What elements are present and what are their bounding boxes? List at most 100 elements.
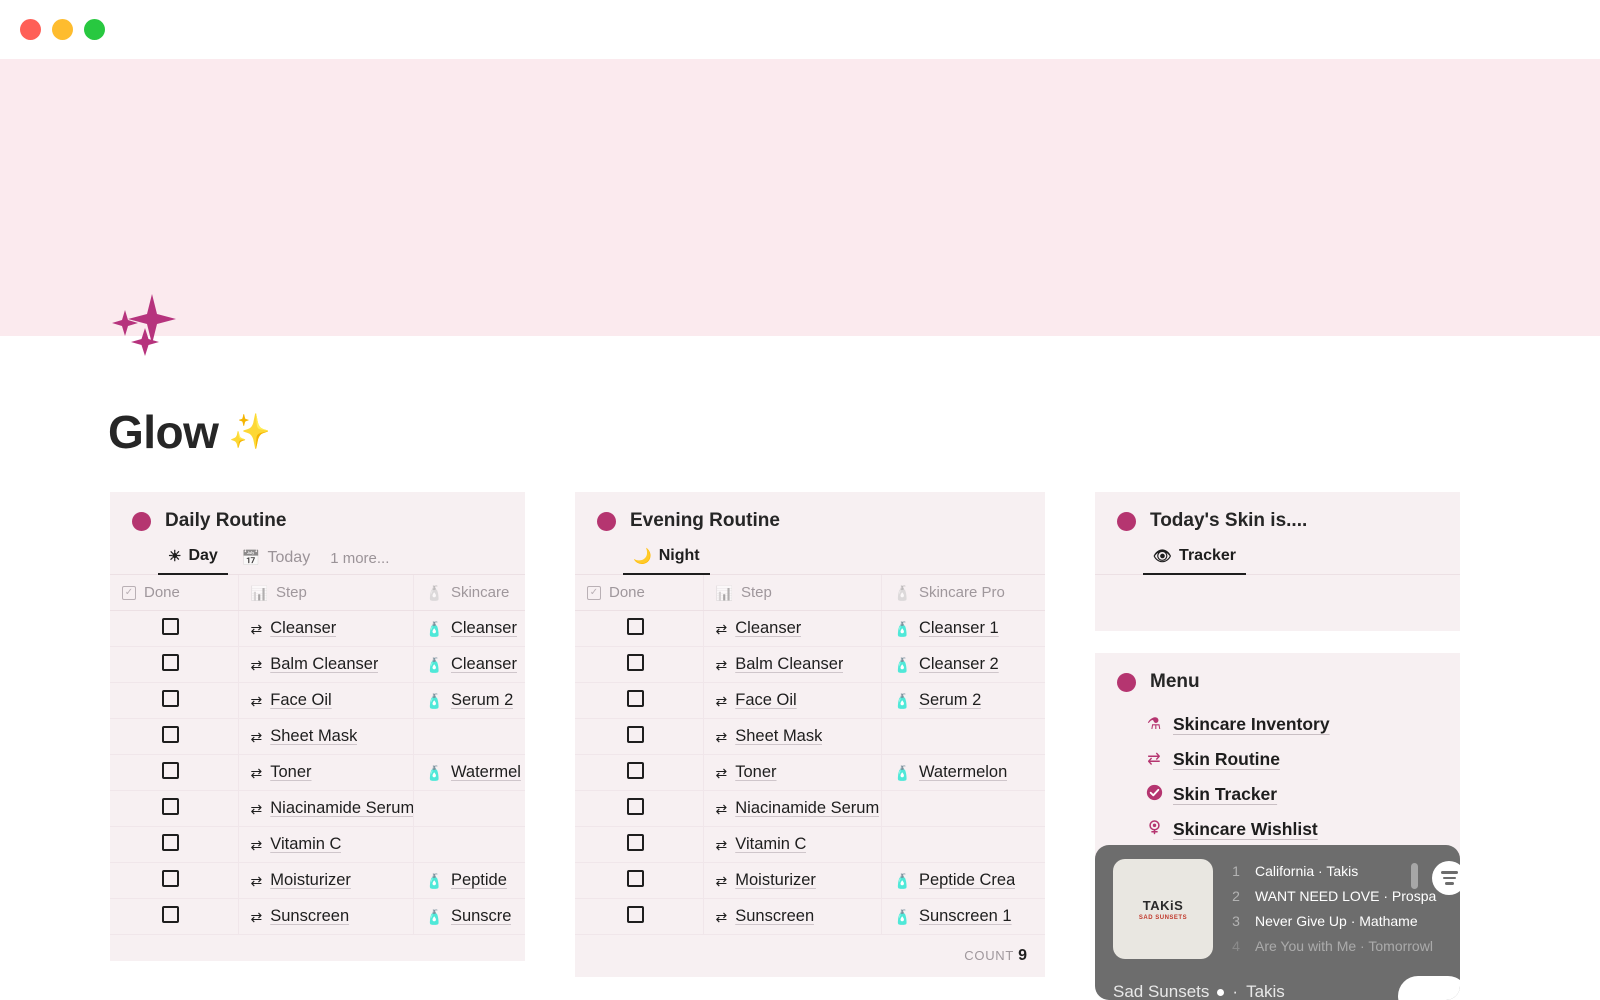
- column-header-done[interactable]: ✓ Done: [110, 575, 238, 611]
- maximize-button[interactable]: [84, 19, 105, 40]
- cell-done[interactable]: [575, 646, 703, 683]
- row-checkbox[interactable]: [627, 833, 644, 851]
- cell-step[interactable]: ⇄ Balm Cleanser: [237, 646, 413, 683]
- track-item[interactable]: 1 California · Takis: [1231, 863, 1460, 888]
- cell-product[interactable]: 🧴 Watermelon: [880, 754, 1045, 791]
- table-row[interactable]: ⇄ Sheet Mask: [110, 718, 525, 755]
- table-row[interactable]: ⇄ Face Oil 🧴 Serum 2: [575, 682, 1045, 719]
- row-checkbox[interactable]: [627, 617, 644, 635]
- cell-product[interactable]: 🧴 Sunscreen 1: [880, 898, 1045, 935]
- row-checkbox[interactable]: [162, 833, 179, 851]
- cell-step[interactable]: ⇄ Cleanser: [237, 610, 413, 647]
- cell-product[interactable]: 🧴 Cleanser: [412, 610, 525, 647]
- cell-product[interactable]: [880, 826, 1045, 863]
- row-checkbox[interactable]: [162, 725, 179, 743]
- table-row[interactable]: ⇄ Niacinamide Serum: [575, 790, 1045, 827]
- cell-done[interactable]: [575, 826, 703, 863]
- row-checkbox[interactable]: [162, 797, 179, 815]
- cell-done[interactable]: [575, 682, 703, 719]
- cell-done[interactable]: [110, 826, 238, 863]
- cell-step[interactable]: ⇄ Face Oil: [237, 682, 413, 719]
- table-row[interactable]: ⇄ Toner 🧴 Watermel: [110, 754, 525, 791]
- tab-more[interactable]: 1 more...: [324, 545, 399, 575]
- column-header-step[interactable]: 📊 Step: [702, 575, 881, 611]
- track-item[interactable]: 4 Are You with Me · Tomorrowl: [1231, 938, 1460, 963]
- cell-step[interactable]: ⇄ Sheet Mask: [702, 718, 881, 755]
- cell-step[interactable]: ⇄ Vitamin C: [702, 826, 881, 863]
- cell-product[interactable]: 🧴 Peptide Crea: [880, 862, 1045, 899]
- spotify-logo-icon[interactable]: [1432, 861, 1460, 895]
- cell-done[interactable]: [110, 898, 238, 935]
- column-header-step[interactable]: 📊 Step: [237, 575, 413, 611]
- row-checkbox[interactable]: [162, 617, 179, 635]
- row-checkbox[interactable]: [627, 797, 644, 815]
- cell-step[interactable]: ⇄ Niacinamide Serum: [702, 790, 881, 827]
- cell-product[interactable]: [412, 826, 525, 863]
- table-row[interactable]: ⇄ Face Oil 🧴 Serum 2: [110, 682, 525, 719]
- cell-step[interactable]: ⇄ Sunscreen: [702, 898, 881, 935]
- menu-item-skincare-inventory[interactable]: ⚗ Skincare Inventory: [1145, 707, 1460, 742]
- track-item[interactable]: 2 WANT NEED LOVE · Prospa: [1231, 888, 1460, 913]
- row-checkbox[interactable]: [162, 869, 179, 887]
- cell-product[interactable]: 🧴 Serum 2: [880, 682, 1045, 719]
- cell-done[interactable]: [575, 790, 703, 827]
- table-row[interactable]: ⇄ Moisturizer 🧴 Peptide: [110, 862, 525, 899]
- cell-done[interactable]: [110, 790, 238, 827]
- column-header-skincare[interactable]: 🧴 Skincare Pro: [880, 575, 1045, 611]
- column-header-done[interactable]: ✓ Done: [575, 575, 703, 611]
- cell-done[interactable]: [575, 898, 703, 935]
- cell-product[interactable]: 🧴 Cleanser 2: [880, 646, 1045, 683]
- cell-step[interactable]: ⇄ Balm Cleanser: [702, 646, 881, 683]
- row-checkbox[interactable]: [627, 689, 644, 707]
- cell-product[interactable]: [880, 790, 1045, 827]
- cell-done[interactable]: [110, 862, 238, 899]
- cell-done[interactable]: [110, 646, 238, 683]
- tab-tracker[interactable]: 👁 Tracker: [1143, 542, 1246, 575]
- table-row[interactable]: ⇄ Balm Cleanser 🧴 Cleanser 2: [575, 646, 1045, 683]
- tab-today[interactable]: 📅 Today: [232, 544, 320, 575]
- cell-product[interactable]: 🧴 Peptide: [412, 862, 525, 899]
- cell-step[interactable]: ⇄ Vitamin C: [237, 826, 413, 863]
- row-checkbox[interactable]: [162, 689, 179, 707]
- cell-done[interactable]: [110, 682, 238, 719]
- tab-night[interactable]: 🌙 Night: [623, 542, 710, 575]
- table-row[interactable]: ⇄ Cleanser 🧴 Cleanser: [110, 610, 525, 647]
- cell-step[interactable]: ⇄ Cleanser: [702, 610, 881, 647]
- menu-item-skin-routine[interactable]: ⇄ Skin Routine: [1145, 742, 1460, 777]
- row-checkbox[interactable]: [627, 761, 644, 779]
- cell-step[interactable]: ⇄ Toner: [702, 754, 881, 791]
- row-checkbox[interactable]: [627, 653, 644, 671]
- table-row[interactable]: ⇄ Niacinamide Serum: [110, 790, 525, 827]
- table-row[interactable]: ⇄ Balm Cleanser 🧴 Cleanser: [110, 646, 525, 683]
- cell-product[interactable]: [880, 718, 1045, 755]
- cell-product[interactable]: 🧴 Watermel: [412, 754, 525, 791]
- track-item[interactable]: 3 Never Give Up · Mathame: [1231, 913, 1460, 938]
- table-row[interactable]: ⇄ Cleanser 🧴 Cleanser 1: [575, 610, 1045, 647]
- tab-day[interactable]: ☀ Day: [158, 542, 228, 575]
- cell-product[interactable]: 🧴 Cleanser 1: [880, 610, 1045, 647]
- cell-step[interactable]: ⇄ Sunscreen: [237, 898, 413, 935]
- row-checkbox[interactable]: [162, 653, 179, 671]
- row-checkbox[interactable]: [627, 869, 644, 887]
- cell-done[interactable]: [575, 718, 703, 755]
- cell-done[interactable]: [110, 718, 238, 755]
- cell-done[interactable]: [110, 754, 238, 791]
- cell-product[interactable]: 🧴 Sunscre: [412, 898, 525, 935]
- cell-step[interactable]: ⇄ Moisturizer: [237, 862, 413, 899]
- minimize-button[interactable]: [52, 19, 73, 40]
- table-row[interactable]: ⇄ Vitamin C: [575, 826, 1045, 863]
- cell-product[interactable]: [412, 718, 525, 755]
- table-row[interactable]: ⇄ Vitamin C: [110, 826, 525, 863]
- cell-done[interactable]: [575, 754, 703, 791]
- cell-product[interactable]: [412, 790, 525, 827]
- table-row[interactable]: ⇄ Sunscreen 🧴 Sunscreen 1: [575, 898, 1045, 935]
- table-row[interactable]: ⇄ Sheet Mask: [575, 718, 1045, 755]
- table-row[interactable]: ⇄ Sunscreen 🧴 Sunscre: [110, 898, 525, 935]
- cell-step[interactable]: ⇄ Sheet Mask: [237, 718, 413, 755]
- close-button[interactable]: [20, 19, 41, 40]
- cell-done[interactable]: [575, 610, 703, 647]
- cell-done[interactable]: [110, 610, 238, 647]
- menu-item-skin-tracker[interactable]: Skin Tracker: [1145, 777, 1460, 812]
- table-row[interactable]: ⇄ Toner 🧴 Watermelon: [575, 754, 1045, 791]
- spotify-widget[interactable]: TAKiS SAD SUNSETS 1 California · Takis 2…: [1095, 845, 1460, 1000]
